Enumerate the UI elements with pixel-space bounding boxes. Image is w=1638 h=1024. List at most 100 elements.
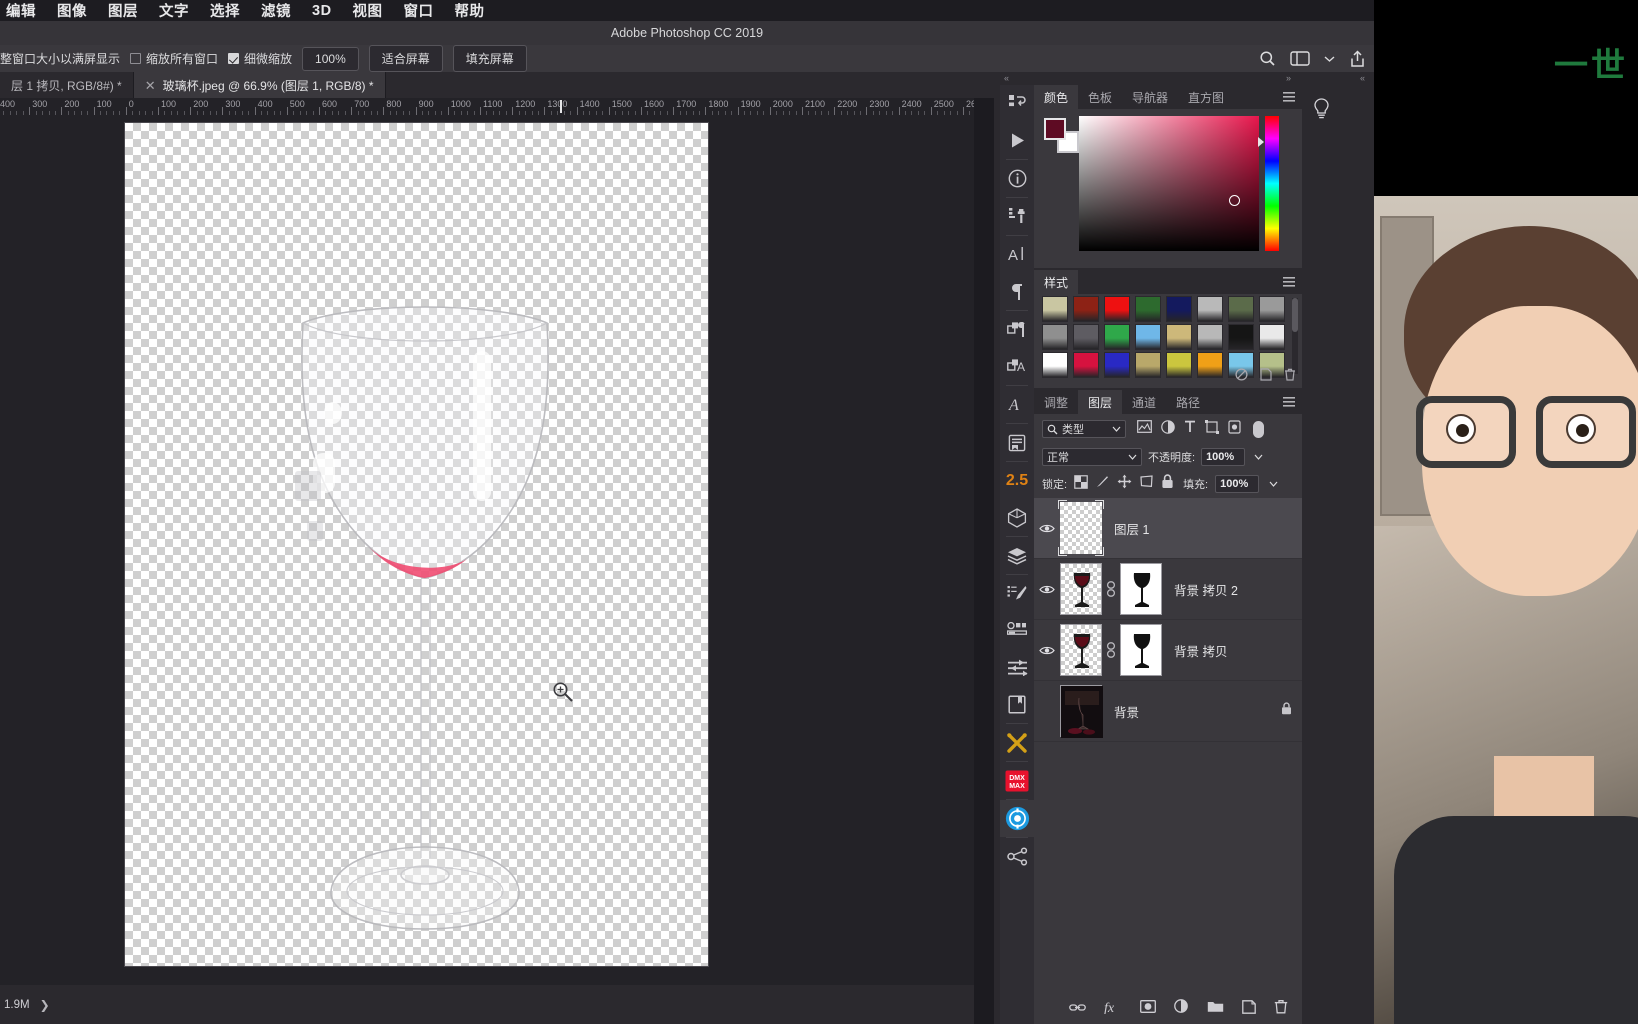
menu-filter[interactable]: 滤镜 xyxy=(261,0,291,21)
menu-select[interactable]: 选择 xyxy=(210,0,240,21)
fill-screen-button[interactable]: 填充屏幕 xyxy=(452,45,527,72)
scrubby-zoom-box[interactable] xyxy=(228,53,240,64)
adjustment-filter-icon[interactable] xyxy=(1161,419,1175,439)
rail-notes-icon[interactable] xyxy=(1000,424,1034,461)
layer-visibility-toggle[interactable] xyxy=(1034,584,1060,595)
layer-name[interactable]: 图层 1 xyxy=(1114,519,1149,538)
lock-all-icon[interactable] xyxy=(1161,474,1174,494)
chevron-down-icon[interactable] xyxy=(1324,55,1335,63)
color-field[interactable] xyxy=(1079,116,1259,251)
rail-measurement-icon[interactable]: 2.5 xyxy=(1000,462,1034,499)
collapse-extra-icon[interactable]: « xyxy=(1360,73,1365,83)
tab-histogram[interactable]: 直方图 xyxy=(1178,85,1234,109)
canvas-area[interactable] xyxy=(0,115,974,985)
style-swatch[interactable] xyxy=(1166,296,1192,322)
style-swatch[interactable] xyxy=(1259,296,1285,322)
layer-list[interactable]: 图层 1 背景 拷贝 2 背景 拷贝 背景 xyxy=(1034,498,1302,981)
rail-actions-icon[interactable] xyxy=(1000,85,1034,122)
rail-character-icon[interactable]: A xyxy=(1000,236,1034,273)
tab-paths[interactable]: 路径 xyxy=(1166,390,1210,414)
style-swatch[interactable] xyxy=(1135,352,1161,378)
type-filter-icon[interactable] xyxy=(1184,420,1196,438)
zoom-all-windows-checkbox[interactable]: 缩放所有窗口 xyxy=(130,50,218,67)
layer-name[interactable]: 背景 xyxy=(1114,702,1139,721)
rail-extension-icon[interactable] xyxy=(1000,800,1034,837)
layer-thumbnail[interactable] xyxy=(1058,500,1104,556)
rail-properties-icon[interactable] xyxy=(1000,612,1034,649)
layer-mask-link-icon[interactable] xyxy=(1102,642,1120,658)
menu-layer[interactable]: 图层 xyxy=(108,0,138,21)
tab-navigator[interactable]: 导航器 xyxy=(1122,85,1178,109)
lock-position-icon[interactable] xyxy=(1117,474,1132,494)
no-style-icon[interactable] xyxy=(1235,368,1248,386)
artboard-transparent-canvas[interactable] xyxy=(125,123,708,966)
style-swatch[interactable] xyxy=(1166,352,1192,378)
layer-mask-thumbnail[interactable] xyxy=(1120,563,1162,615)
table-row[interactable]: 背景 拷贝 2 xyxy=(1034,559,1302,620)
tab-color[interactable]: 颜色 xyxy=(1034,85,1079,109)
rail-info-icon[interactable] xyxy=(1000,160,1034,197)
lightbulb-icon[interactable] xyxy=(1313,98,1330,125)
rail-glyphs-icon[interactable]: A xyxy=(1000,386,1034,423)
opacity-value[interactable]: 100% xyxy=(1201,448,1246,466)
style-swatch[interactable] xyxy=(1104,352,1130,378)
fill-value[interactable]: 100% xyxy=(1215,475,1260,493)
menu-window[interactable]: 窗口 xyxy=(404,0,434,21)
rail-play-icon[interactable] xyxy=(1000,122,1034,159)
doc-tab-glass[interactable]: ✕ 玻璃杯.jpeg @ 66.9% (图层 1, RGB/8) * xyxy=(133,72,386,98)
color-panel-menu-icon[interactable] xyxy=(1283,85,1302,109)
chevron-right-icon[interactable]: ❯ xyxy=(40,998,50,1012)
rail-plugin-x-icon[interactable] xyxy=(1000,724,1034,761)
style-swatch[interactable] xyxy=(1228,296,1254,322)
share-icon[interactable] xyxy=(1349,49,1366,68)
zoom-100-button[interactable]: 100% xyxy=(302,46,359,71)
color-field-picker[interactable] xyxy=(1228,194,1240,206)
rail-paragraph-icon[interactable] xyxy=(1000,273,1034,310)
layer-visibility-toggle[interactable] xyxy=(1034,645,1060,656)
style-swatch[interactable] xyxy=(1073,324,1099,350)
filter-toggle[interactable] xyxy=(1253,420,1264,438)
style-swatch[interactable] xyxy=(1166,324,1192,350)
rail-share-node-icon[interactable] xyxy=(1000,838,1034,875)
styles-panel-menu-icon[interactable] xyxy=(1283,270,1302,294)
layer-thumbnail[interactable] xyxy=(1060,685,1103,738)
collapse-left-icon[interactable]: « xyxy=(1004,73,1009,83)
lock-image-icon[interactable] xyxy=(1095,474,1110,494)
menu-edit[interactable]: 编辑 xyxy=(6,0,36,21)
layer-mask-thumbnail[interactable] xyxy=(1120,624,1162,676)
menu-type[interactable]: 文字 xyxy=(159,0,189,21)
style-swatch[interactable] xyxy=(1197,296,1223,322)
table-row[interactable]: 背景 xyxy=(1034,681,1302,742)
style-swatch[interactable] xyxy=(1228,324,1254,350)
table-row[interactable]: 图层 1 xyxy=(1034,498,1302,559)
style-swatch[interactable] xyxy=(1073,352,1099,378)
foreground-color-swatch[interactable] xyxy=(1044,118,1066,140)
layer-mask-link-icon[interactable] xyxy=(1102,581,1120,597)
horizontal-ruler[interactable]: 400 300 200 100 0 100 200 300 400 500 600 700 800 900… xyxy=(0,98,974,115)
style-swatch[interactable] xyxy=(1073,296,1099,322)
dock-collapse-bar[interactable]: « » « xyxy=(994,72,1374,84)
lock-artboard-icon[interactable] xyxy=(1139,474,1154,494)
close-icon[interactable]: ✕ xyxy=(145,79,156,92)
rail-3d-icon[interactable] xyxy=(1000,499,1034,536)
fill-stepper-caret[interactable] xyxy=(1266,475,1280,493)
style-swatch[interactable] xyxy=(1042,296,1068,322)
style-swatch[interactable] xyxy=(1135,324,1161,350)
delete-style-icon[interactable] xyxy=(1284,368,1296,386)
workspace-icon[interactable] xyxy=(1290,51,1310,66)
blend-mode-select[interactable]: 正常 xyxy=(1042,448,1142,466)
new-fill-adjustment-icon[interactable] xyxy=(1174,999,1189,1019)
zoom-all-windows-box[interactable] xyxy=(130,53,142,64)
tab-adjustments[interactable]: 调整 xyxy=(1034,390,1078,414)
layer-filter-kind-select[interactable]: 类型 xyxy=(1042,420,1126,438)
doc-tab-inactive[interactable]: 层 1 拷贝, RGB/8#) * xyxy=(0,72,134,98)
layer-thumbnail[interactable] xyxy=(1060,563,1102,615)
menu-image[interactable]: 图像 xyxy=(57,0,87,21)
expand-right-icon[interactable]: » xyxy=(1286,73,1291,83)
search-icon[interactable] xyxy=(1259,50,1276,67)
color-swatches[interactable] xyxy=(1044,118,1079,153)
shape-filter-icon[interactable] xyxy=(1205,419,1219,439)
tab-styles[interactable]: 样式 xyxy=(1034,270,1079,294)
fit-screen-button[interactable]: 适合屏幕 xyxy=(368,45,443,72)
new-group-icon[interactable] xyxy=(1207,1000,1224,1018)
